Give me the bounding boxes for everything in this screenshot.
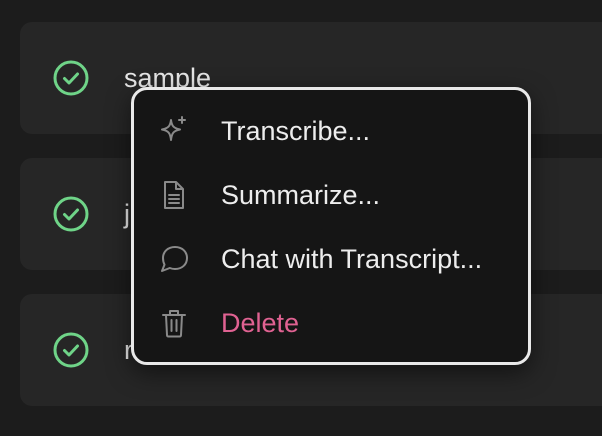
document-icon bbox=[164, 181, 184, 209]
trash-icon bbox=[162, 310, 186, 338]
menu-item-label: Chat with Transcript... bbox=[221, 244, 483, 274]
context-menu: Transcribe... Summarize... Chat with Tra… bbox=[131, 87, 531, 365]
recording-name: j bbox=[124, 199, 130, 229]
check-circle-icon bbox=[53, 196, 89, 232]
menu-item-label: Delete bbox=[221, 308, 300, 338]
menu-item-delete[interactable]: Delete bbox=[134, 291, 528, 355]
chat-bubble-icon bbox=[161, 246, 188, 272]
check-circle-icon bbox=[53, 60, 89, 96]
menu-item-label: Summarize... bbox=[221, 180, 381, 210]
recordings-screen: sample j r Transcribe... Summarize... Ch… bbox=[0, 0, 602, 436]
check-circle-icon bbox=[53, 332, 89, 368]
menu-item-summarize[interactable]: Summarize... bbox=[134, 163, 528, 227]
menu-item-transcribe[interactable]: Transcribe... bbox=[134, 99, 528, 163]
menu-item-label: Transcribe... bbox=[221, 116, 371, 146]
sparkles-icon bbox=[161, 116, 186, 141]
menu-item-chat-with-transcript[interactable]: Chat with Transcript... bbox=[134, 227, 528, 291]
